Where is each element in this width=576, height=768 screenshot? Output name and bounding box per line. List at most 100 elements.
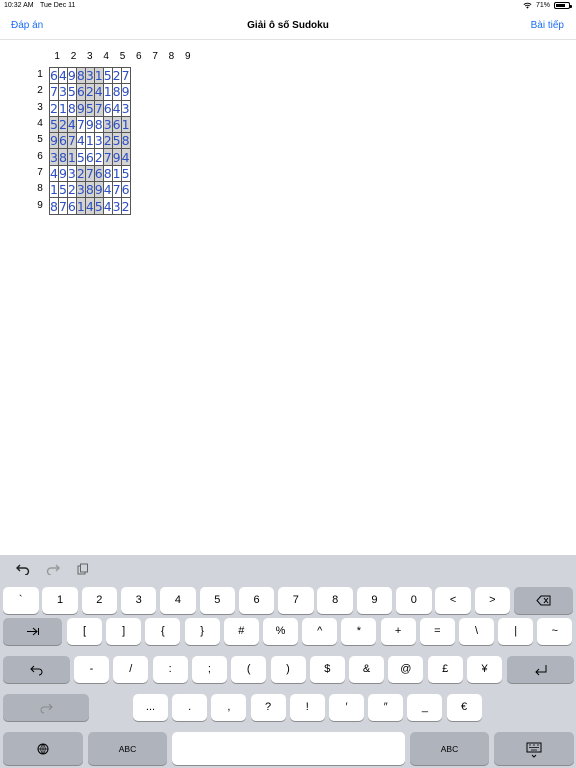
globe-key[interactable] <box>3 732 83 765</box>
grid-cell[interactable]: 5 <box>111 132 122 150</box>
symbol-key[interactable]: ] <box>106 618 142 645</box>
symbol-key[interactable]: { <box>145 618 181 645</box>
grid-cell[interactable]: 5 <box>102 66 113 85</box>
grid-cell[interactable]: 9 <box>75 99 86 117</box>
grid-cell[interactable]: 1 <box>120 115 131 134</box>
symbol-key[interactable]: 9 <box>356 587 393 614</box>
symbol-key[interactable]: £ <box>427 656 463 683</box>
symbol-key[interactable]: ( <box>231 656 267 683</box>
grid-cell[interactable]: 7 <box>49 83 59 101</box>
symbol-key[interactable]: - <box>74 656 109 683</box>
grid-cell[interactable]: 2 <box>93 148 104 166</box>
grid-cell[interactable]: 1 <box>84 132 95 150</box>
symbol-key[interactable]: , <box>211 694 247 721</box>
backspace-key[interactable] <box>514 587 573 614</box>
grid-cell[interactable]: 6 <box>93 164 104 183</box>
symbol-key[interactable]: 7 <box>278 587 314 614</box>
grid-cell[interactable]: 4 <box>57 66 68 85</box>
symbol-key[interactable]: 5 <box>199 587 235 614</box>
grid-cell[interactable]: 6 <box>102 99 113 117</box>
grid-cell[interactable]: 6 <box>120 181 131 199</box>
grid-cell[interactable]: 2 <box>66 181 77 199</box>
grid-cell[interactable]: 3 <box>75 181 86 199</box>
grid-cell[interactable]: 9 <box>93 181 104 199</box>
grid-cell[interactable]: 8 <box>102 164 113 183</box>
grid-cell[interactable]: 9 <box>84 115 95 134</box>
grid-cell[interactable]: 1 <box>66 148 77 166</box>
grid-cell[interactable]: 3 <box>120 99 131 117</box>
grid-cell[interactable]: 3 <box>49 148 59 166</box>
grid-cell[interactable]: 5 <box>66 83 77 101</box>
symbol-key[interactable]: 3 <box>120 587 157 614</box>
grid-cell[interactable]: 8 <box>57 148 68 166</box>
symbol-key[interactable]: 1 <box>42 587 78 614</box>
grid-cell[interactable]: 8 <box>49 197 59 215</box>
symbol-key[interactable]: . <box>172 694 208 721</box>
grid-cell[interactable]: 6 <box>57 132 68 150</box>
grid-cell[interactable]: 4 <box>120 148 131 166</box>
grid-cell[interactable]: 2 <box>102 132 113 150</box>
symbol-key[interactable]: @ <box>388 656 424 683</box>
grid-cell[interactable]: 7 <box>75 115 86 134</box>
grid-cell[interactable]: 2 <box>49 99 59 117</box>
grid-cell[interactable]: 3 <box>93 132 104 150</box>
symbol-key[interactable]: ) <box>270 656 306 683</box>
grid-cell[interactable]: 7 <box>66 132 77 150</box>
grid-cell[interactable]: 5 <box>84 99 95 117</box>
grid-cell[interactable]: 8 <box>93 115 104 134</box>
symbol-key[interactable]: ~ <box>537 618 573 645</box>
grid-cell[interactable]: 5 <box>75 148 86 166</box>
grid-cell[interactable]: 5 <box>57 181 68 199</box>
grid-cell[interactable]: 2 <box>84 83 95 101</box>
grid-cell[interactable]: 9 <box>49 132 59 150</box>
symbol-key[interactable]: ¥ <box>467 656 502 683</box>
grid-cell[interactable]: 5 <box>93 197 104 215</box>
grid-cell[interactable]: 2 <box>57 115 68 134</box>
grid-cell[interactable]: 8 <box>84 181 95 199</box>
symbol-key[interactable]: 8 <box>317 587 353 614</box>
grid-cell[interactable]: 4 <box>93 83 104 101</box>
tab-key[interactable] <box>3 618 62 645</box>
paste-icon[interactable] <box>75 563 91 577</box>
grid-cell[interactable]: 6 <box>75 83 86 101</box>
symbol-key[interactable]: _ <box>407 694 443 721</box>
abc-key-left[interactable]: ABC <box>88 732 167 765</box>
symbol-key[interactable]: 4 <box>160 587 196 614</box>
undo-key[interactable] <box>3 656 70 683</box>
symbol-key[interactable]: [ <box>67 618 102 645</box>
symbol-key[interactable]: ′ <box>329 694 364 721</box>
space-key[interactable] <box>172 732 405 765</box>
grid-cell[interactable]: 9 <box>57 164 68 183</box>
grid-cell[interactable]: 3 <box>111 197 122 215</box>
symbol-key[interactable]: $ <box>309 656 345 683</box>
grid-cell[interactable]: 7 <box>93 99 104 117</box>
grid-cell[interactable]: 3 <box>84 66 95 85</box>
grid-cell[interactable]: 9 <box>66 66 77 85</box>
grid-cell[interactable]: 6 <box>66 197 77 215</box>
symbol-key[interactable]: # <box>223 618 259 645</box>
symbol-key[interactable]: 6 <box>238 587 275 614</box>
return-key[interactable] <box>507 656 574 683</box>
grid-cell[interactable]: 5 <box>49 115 59 134</box>
symbol-key[interactable]: = <box>419 618 455 645</box>
grid-cell[interactable]: 3 <box>66 164 77 183</box>
grid-cell[interactable]: 4 <box>102 181 113 199</box>
abc-key-right[interactable]: ABC <box>410 732 489 765</box>
grid-cell[interactable]: 2 <box>111 66 122 85</box>
symbol-key[interactable]: } <box>184 618 220 645</box>
grid-cell[interactable]: 4 <box>66 115 77 134</box>
symbol-key[interactable]: : <box>152 656 188 683</box>
grid-cell[interactable]: 4 <box>49 164 59 183</box>
grid-cell[interactable]: 1 <box>49 181 59 199</box>
grid-cell[interactable]: 7 <box>120 66 131 85</box>
grid-cell[interactable]: 1 <box>75 197 86 215</box>
grid-cell[interactable]: 3 <box>57 83 68 101</box>
symbol-key[interactable]: | <box>498 618 534 645</box>
undo-icon[interactable] <box>15 563 31 577</box>
grid-cell[interactable]: 7 <box>84 164 95 183</box>
grid-cell[interactable]: 8 <box>66 99 77 117</box>
grid-cell[interactable]: 4 <box>111 99 122 117</box>
grid-cell[interactable]: 5 <box>120 164 131 183</box>
grid-cell[interactable]: 4 <box>102 197 113 215</box>
grid-cell[interactable]: 1 <box>111 164 122 183</box>
